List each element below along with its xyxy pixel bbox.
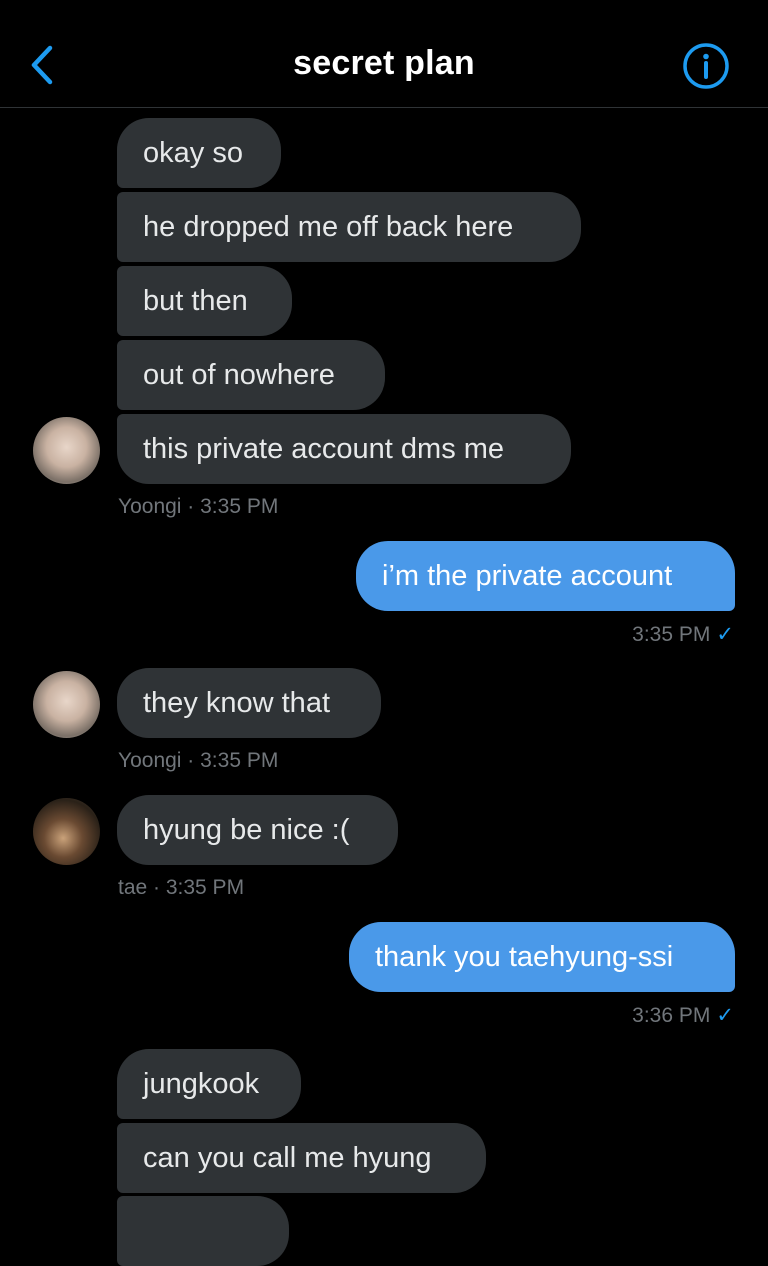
message-meta-sent: 3:36 PM ✓ [632, 1003, 734, 1028]
message-bubble-sent[interactable]: thank you taehyung-ssi [349, 922, 735, 992]
conversation-title: secret plan [293, 44, 475, 82]
message-meta: Yoongi · 3:35 PM [118, 495, 279, 518]
avatar-yoongi[interactable] [33, 417, 100, 484]
info-circle-icon [683, 43, 729, 89]
message-bubble-received[interactable]: he dropped me off back here [117, 192, 581, 262]
avatar-yoongi[interactable] [33, 671, 100, 738]
timestamp: 3:36 PM [632, 1004, 711, 1027]
message-meta: Yoongi · 3:35 PM [118, 749, 279, 772]
message-bubble-received[interactable]: out of nowhere [117, 340, 385, 410]
sent-check-icon: ✓ [716, 1004, 734, 1027]
info-button[interactable] [682, 42, 730, 90]
message-bubble-received[interactable]: hyung be nice :( [117, 795, 398, 865]
message-bubble-received[interactable]: they know that [117, 668, 381, 738]
message-bubble-partial[interactable] [117, 1196, 289, 1266]
message-bubble-received[interactable]: jungkook [117, 1049, 301, 1119]
timestamp: 3:35 PM [632, 623, 711, 646]
message-bubble-received[interactable]: this private account dms me [117, 414, 571, 484]
message-bubble-received[interactable]: can you call me hyung [117, 1123, 486, 1193]
conversation-header: secret plan [0, 0, 768, 108]
message-meta-sent: 3:35 PM ✓ [632, 622, 734, 647]
message-bubble-sent[interactable]: i’m the private account [356, 541, 735, 611]
sent-check-icon: ✓ [716, 623, 734, 646]
message-meta: tae · 3:35 PM [118, 876, 245, 899]
message-bubble-received[interactable]: but then [117, 266, 292, 336]
avatar-tae[interactable] [33, 798, 100, 865]
message-bubble-received[interactable]: okay so [117, 118, 281, 188]
